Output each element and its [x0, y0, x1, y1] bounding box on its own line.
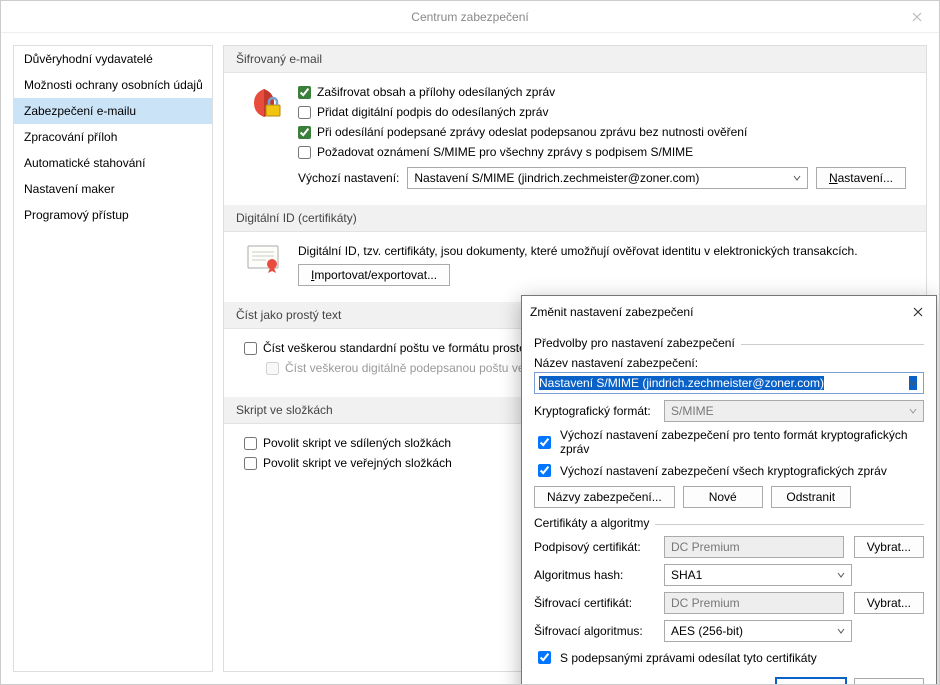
select-value: Nastavení S/MIME (jindrich.zechmeister@z…	[414, 171, 699, 185]
hash-alg-select[interactable]: SHA1	[664, 564, 852, 586]
cb-script-shared[interactable]	[244, 437, 257, 450]
new-button[interactable]: Nové	[683, 486, 763, 508]
settings-button[interactable]: Nastavení...	[816, 167, 906, 189]
group-certs: Certifikáty a algoritmy	[534, 516, 924, 530]
cb-label: Zašifrovat obsah a přílohy odesílaných z…	[317, 85, 555, 99]
hash-alg-label: Algoritmus hash:	[534, 568, 654, 582]
close-icon[interactable]	[894, 1, 939, 33]
chevron-down-icon	[837, 568, 845, 582]
certificate-icon	[244, 244, 284, 286]
dialog-titlebar: Změnit nastavení zabezpečení	[522, 296, 936, 328]
field-value: DC Premium	[671, 540, 740, 554]
cb-label: Výchozí nastavení zabezpečení všech kryp…	[560, 464, 887, 478]
encryption-alg-label: Šifrovací algoritmus:	[534, 624, 654, 638]
digitalid-description: Digitální ID, tzv. certifikáty, jsou dok…	[298, 244, 906, 258]
delete-button[interactable]: Odstranit	[771, 486, 851, 508]
cb-label: Přidat digitální podpis do odesílaných z…	[317, 105, 548, 119]
cancel-button[interactable]: Zrušit	[854, 678, 924, 685]
sidebar-item-label: Možnosti ochrany osobních údajů	[24, 78, 203, 92]
section-header-digitalid: Digitální ID (certifikáty)	[224, 205, 926, 232]
sidebar-item-privacy[interactable]: Možnosti ochrany osobních údajů	[14, 72, 212, 98]
cb-send-certs[interactable]	[538, 651, 551, 664]
dialog-body: Předvolby pro nastavení zabezpečení Náze…	[522, 328, 936, 685]
sidebar-item-email-security[interactable]: Zabezpečení e-mailu	[14, 98, 212, 124]
select-value: SHA1	[671, 568, 702, 582]
crypto-format-select: S/MIME	[664, 400, 924, 422]
combobox-value: Nastavení S/MIME (jindrich.zechmeister@z…	[539, 376, 824, 390]
titlebar: Centrum zabezpečení	[1, 1, 939, 33]
section-body-digitalid: Digitální ID, tzv. certifikáty, jsou dok…	[224, 232, 926, 302]
cb-label: S podepsanými zprávami odesílat tyto cer…	[560, 651, 817, 665]
sidebar-item-macro-settings[interactable]: Nastavení maker	[14, 176, 212, 202]
default-setting-label: Výchozí nastavení:	[298, 171, 399, 185]
choose-encryption-cert-button[interactable]: Vybrat...	[854, 592, 924, 614]
signing-cert-field: DC Premium	[664, 536, 844, 558]
change-security-settings-dialog: Změnit nastavení zabezpečení Předvolby p…	[521, 295, 937, 685]
sidebar-item-attachments[interactable]: Zpracování příloh	[14, 124, 212, 150]
cb-read-signed-plain	[266, 362, 279, 375]
chevron-down-icon	[909, 404, 917, 418]
cb-read-plain[interactable]	[244, 342, 257, 355]
sidebar-item-label: Nastavení maker	[24, 182, 115, 196]
sidebar-item-label: Zpracování příloh	[24, 130, 117, 144]
cb-default-format[interactable]	[538, 436, 551, 449]
window-title: Centrum zabezpečení	[411, 10, 528, 24]
cb-script-public[interactable]	[244, 457, 257, 470]
sidebar-item-label: Důvěryhodní vydavatelé	[24, 52, 153, 66]
trust-center-window: Centrum zabezpečení Důvěryhodní vydavate…	[0, 0, 940, 685]
signing-cert-label: Podpisový certifikát:	[534, 540, 654, 554]
crypto-format-label: Kryptografický formát:	[534, 404, 654, 418]
cb-label: Požadovat oznámení S/MIME pro všechny zp…	[317, 145, 693, 159]
sidebar-item-label: Zabezpečení e-mailu	[24, 104, 136, 118]
section-header-encrypted: Šifrovaný e-mail	[224, 46, 926, 73]
security-names-button[interactable]: Názvy zabezpečení...	[534, 486, 675, 508]
cb-default-all[interactable]	[538, 464, 551, 477]
sidebar-item-programmatic-access[interactable]: Programový přístup	[14, 202, 212, 228]
select-value: S/MIME	[671, 404, 714, 418]
group-preferences: Předvolby pro nastavení zabezpečení	[534, 336, 924, 350]
chevron-down-icon	[793, 171, 801, 185]
encryption-cert-label: Šifrovací certifikát:	[534, 596, 654, 610]
sidebar-item-label: Programový přístup	[24, 208, 129, 222]
sidebar-item-publishers[interactable]: Důvěryhodní vydavatelé	[14, 46, 212, 72]
choose-signing-cert-button[interactable]: Vybrat...	[854, 536, 924, 558]
cb-label: Výchozí nastavení zabezpečení pro tento …	[560, 428, 924, 456]
group-legend: Certifikáty a algoritmy	[534, 516, 655, 530]
dialog-title: Změnit nastavení zabezpečení	[530, 305, 693, 319]
encryption-alg-select[interactable]: AES (256-bit)	[664, 620, 852, 642]
security-name-combobox[interactable]: Nastavení S/MIME (jindrich.zechmeister@z…	[534, 372, 924, 394]
ok-button[interactable]: OK	[776, 678, 846, 685]
cb-request-receipt[interactable]	[298, 146, 311, 159]
import-export-button[interactable]: Importovat/exportovat...	[298, 264, 450, 286]
close-icon[interactable]	[908, 302, 928, 322]
default-setting-select[interactable]: Nastavení S/MIME (jindrich.zechmeister@z…	[407, 167, 808, 189]
sidebar: Důvěryhodní vydavatelé Možnosti ochrany …	[13, 45, 213, 672]
cb-add-signature[interactable]	[298, 106, 311, 119]
cb-send-cleartext[interactable]	[298, 126, 311, 139]
group-legend: Předvolby pro nastavení zabezpečení	[534, 336, 741, 350]
cb-encrypt-content[interactable]	[298, 86, 311, 99]
encrypted-mail-icon	[244, 85, 284, 189]
security-name-label: Název nastavení zabezpečení:	[534, 356, 924, 370]
cb-label: Při odesílání podepsané zprávy odeslat p…	[317, 125, 747, 139]
encryption-cert-field: DC Premium	[664, 592, 844, 614]
chevron-down-icon	[837, 624, 845, 638]
cb-label: Povolit skript ve sdílených složkách	[263, 436, 451, 450]
sidebar-item-auto-download[interactable]: Automatické stahování	[14, 150, 212, 176]
select-value: AES (256-bit)	[671, 624, 743, 638]
chevron-down-icon	[909, 376, 917, 390]
field-value: DC Premium	[671, 596, 740, 610]
cb-label: Povolit skript ve veřejných složkách	[263, 456, 452, 470]
section-body-encrypted: Zašifrovat obsah a přílohy odesílaných z…	[224, 73, 926, 205]
sidebar-item-label: Automatické stahování	[24, 156, 145, 170]
